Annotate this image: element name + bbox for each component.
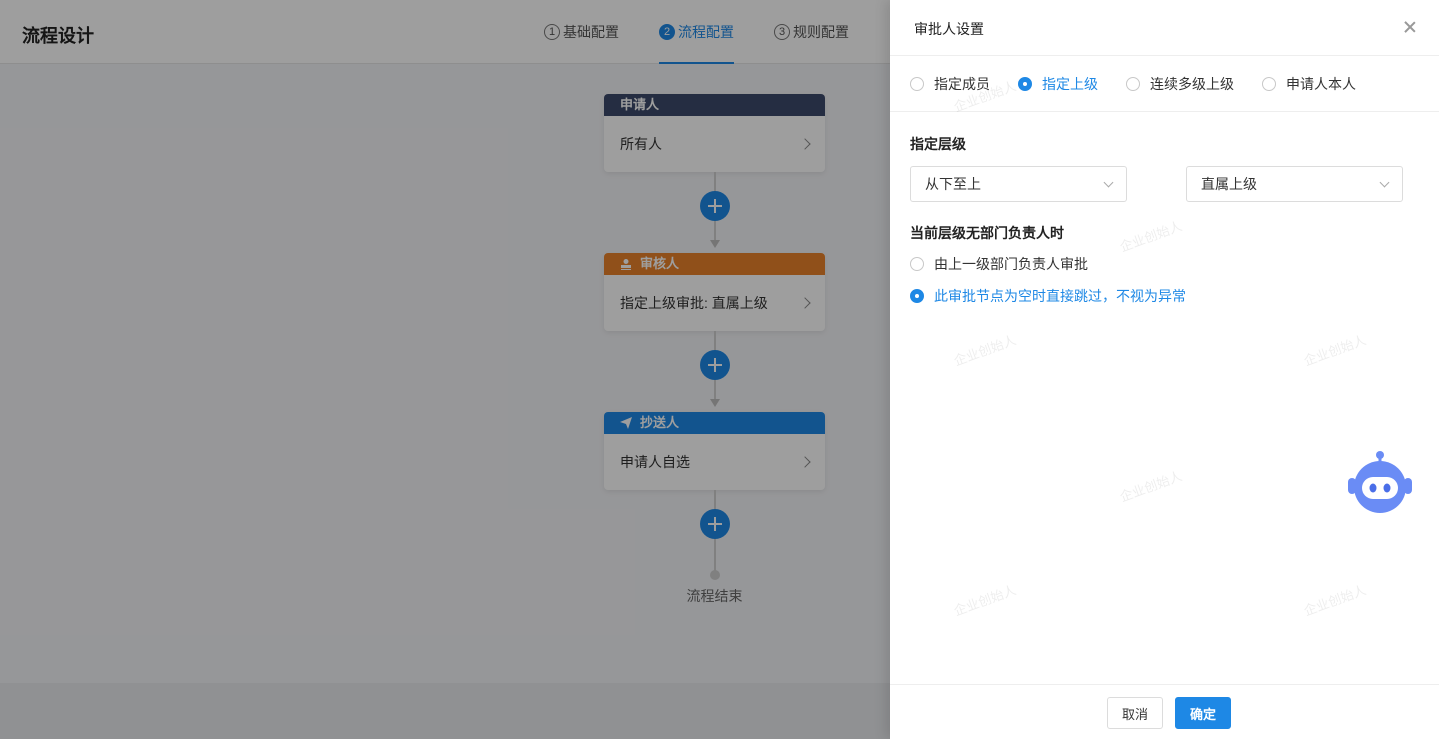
drawer-header: 审批人设置: [890, 0, 1439, 56]
radio-label: 连续多级上级: [1150, 75, 1234, 92]
radio-dot: [1018, 76, 1032, 91]
watermark-text: 企业创始人: [951, 582, 1018, 619]
radio-dot: [910, 289, 924, 303]
radio-label: 此审批节点为空时直接跳过，不视为异常: [934, 288, 1186, 304]
approver-settings-drawer: 审批人设置 指定成员 指定上级 连续多级上级 申请人本人 指定层级 从下至上 直…: [890, 0, 1439, 739]
watermark-text: 企业创始人: [1301, 332, 1368, 369]
chevron-down-icon: [1103, 177, 1114, 187]
drawer-title: 审批人设置: [914, 21, 984, 37]
no-head-section-title: 当前层级无部门负责人时: [910, 225, 1064, 241]
select-value: 直属上级: [1201, 176, 1257, 192]
chevron-down-icon: [1379, 177, 1390, 187]
radio-label: 申请人本人: [1286, 75, 1356, 92]
close-icon[interactable]: [1403, 20, 1417, 34]
watermark-text: 企业创始人: [951, 332, 1018, 369]
radio-upper-level-approve[interactable]: 由上一级部门负责人审批: [910, 254, 1088, 274]
radio-dot: [1262, 76, 1276, 91]
watermark-text: 企业创始人: [1117, 468, 1184, 505]
select-value: 从下至上: [925, 176, 981, 192]
radio-label: 指定上级: [1042, 75, 1098, 92]
watermark-text: 企业创始人: [1301, 582, 1368, 619]
level-section-title: 指定层级: [910, 136, 966, 152]
direction-select[interactable]: 从下至上: [910, 166, 1127, 202]
confirm-button[interactable]: 确定: [1175, 697, 1232, 729]
radio-specified-superior[interactable]: 指定上级: [1018, 74, 1098, 94]
robot-assistant-icon[interactable]: [1346, 450, 1414, 516]
radio-specified-member[interactable]: 指定成员: [910, 74, 990, 94]
cancel-button[interactable]: 取消: [1107, 697, 1164, 729]
radio-dot: [910, 257, 924, 271]
approver-type-group: 指定成员 指定上级 连续多级上级 申请人本人: [890, 56, 1439, 112]
level-select[interactable]: 直属上级: [1186, 166, 1403, 202]
radio-dot: [910, 76, 924, 91]
radio-label: 指定成员: [934, 75, 990, 92]
watermark-text: 企业创始人: [1117, 218, 1184, 255]
radio-skip-when-empty[interactable]: 此审批节点为空时直接跳过，不视为异常: [910, 286, 1186, 306]
radio-label: 由上一级部门负责人审批: [934, 256, 1088, 272]
radio-applicant-self[interactable]: 申请人本人: [1262, 74, 1356, 94]
radio-multi-level-superior[interactable]: 连续多级上级: [1126, 74, 1234, 94]
radio-dot: [1126, 76, 1140, 91]
drawer-footer: 取消 确定: [890, 684, 1439, 739]
